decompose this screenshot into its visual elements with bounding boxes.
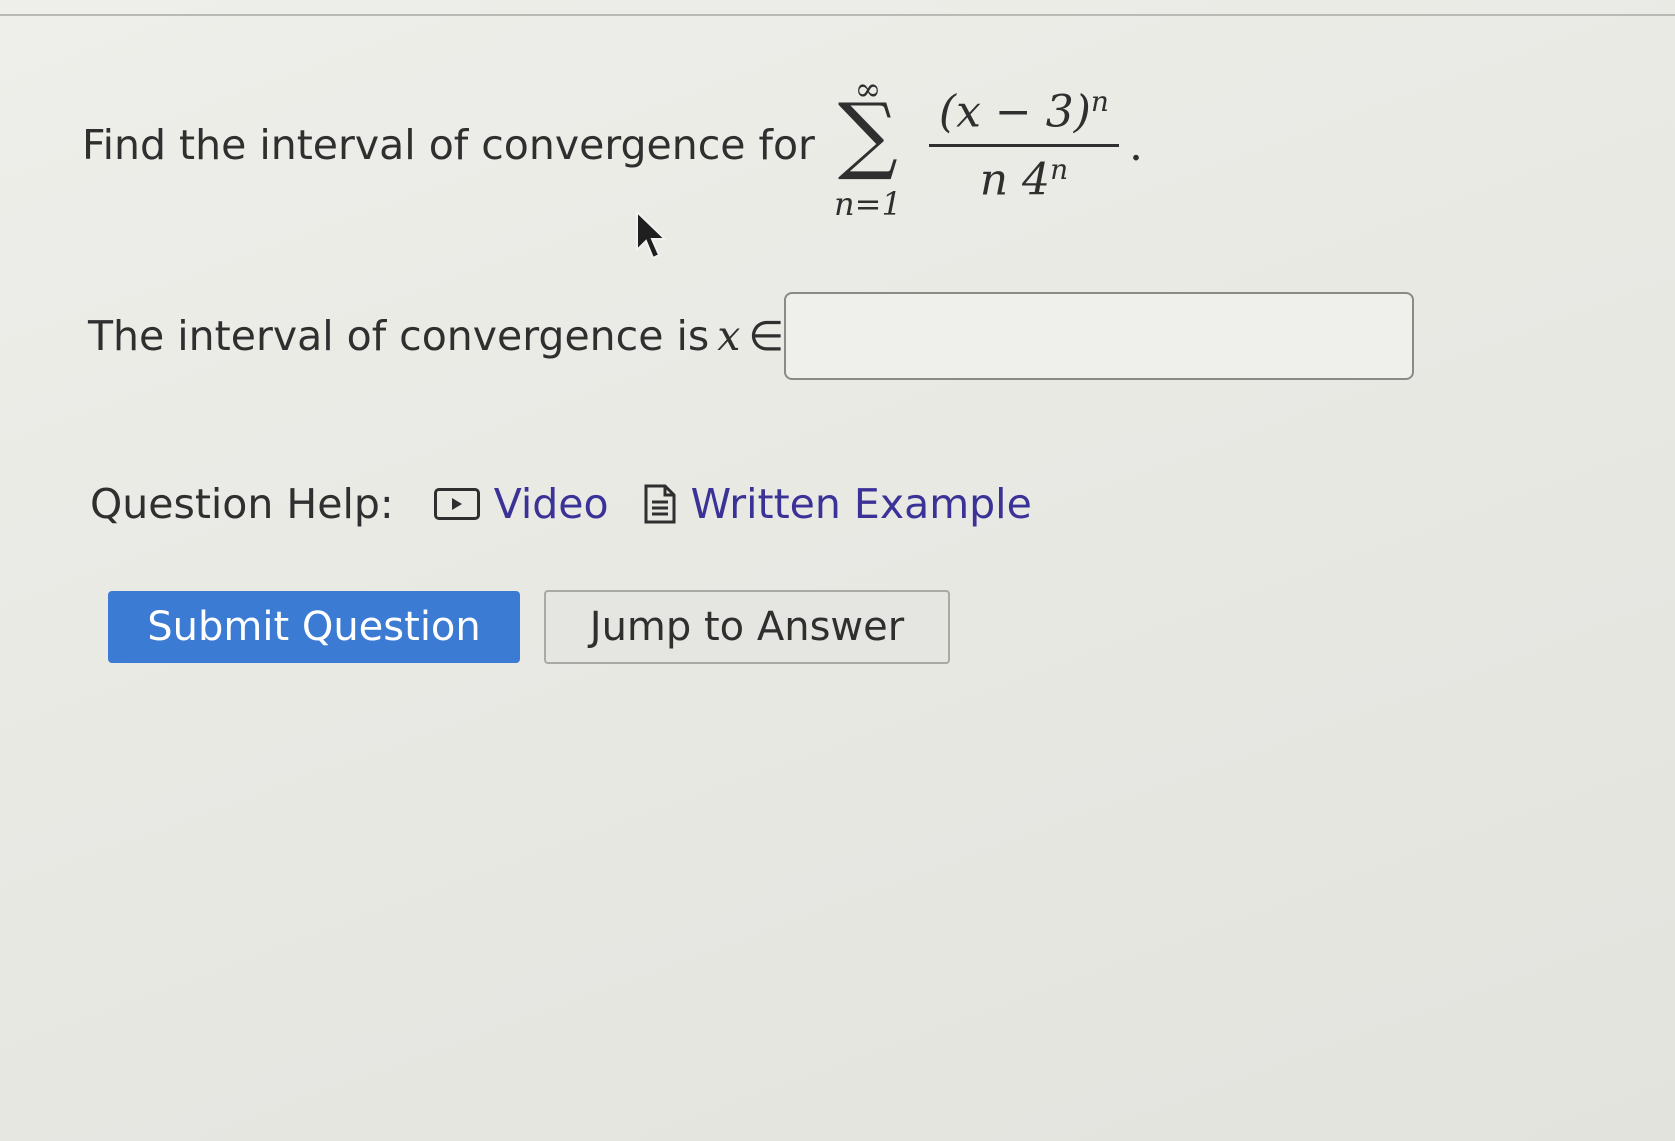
top-divider [0,14,1675,16]
action-buttons: Submit Question Jump to Answer [108,590,950,664]
answer-label: The interval of convergence is [88,312,710,360]
numerator-base: (x − 3) [938,86,1091,138]
sum-symbol: ∑ [837,85,898,183]
fraction-numerator: (x − 3)n [929,85,1119,144]
question-help-label: Question Help: [90,480,394,528]
video-help-link[interactable]: Video [433,480,609,528]
question-help: Question Help: Video Written Example [90,480,1066,528]
denominator-base: n 4 [979,154,1051,206]
document-icon [644,484,676,524]
submit-question-button[interactable]: Submit Question [108,591,520,663]
series-fraction: (x − 3)n n 4n [928,85,1119,206]
question-prompt: Find the interval of convergence for ∞ ∑… [82,70,1143,223]
jump-to-answer-button[interactable]: Jump to Answer [544,590,950,664]
mouse-cursor-icon [636,210,668,260]
summation: ∞ ∑ n=1 [823,70,913,223]
question-period: . [1128,119,1143,171]
numerator-exponent: n [1090,84,1109,118]
video-help-label: Video [493,480,609,528]
interval-answer-input[interactable] [784,292,1415,380]
sum-lower-limit: n=1 [834,185,902,223]
written-example-link[interactable]: Written Example [643,480,1032,528]
answer-row: The interval of convergence is x ∈ [88,292,1415,380]
fraction-denominator: n 4n [980,147,1068,206]
element-of-symbol: ∈ [748,312,785,360]
denominator-exponent: n [1050,152,1069,186]
video-play-icon [433,488,480,520]
answer-variable: x [717,312,741,360]
question-text: Find the interval of convergence for [82,121,815,169]
written-example-label: Written Example [690,480,1032,528]
